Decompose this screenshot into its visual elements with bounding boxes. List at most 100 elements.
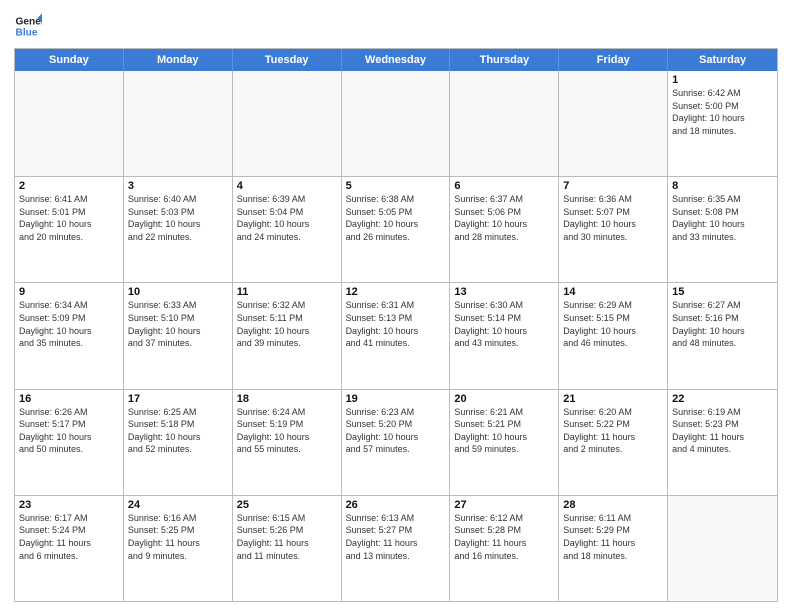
day-number: 3: [128, 180, 228, 192]
day-number: 17: [128, 393, 228, 405]
calendar-cell: 22Sunrise: 6:19 AM Sunset: 5:23 PM Dayli…: [668, 390, 777, 495]
calendar-cell: 11Sunrise: 6:32 AM Sunset: 5:11 PM Dayli…: [233, 283, 342, 388]
cell-info: Sunrise: 6:36 AM Sunset: 5:07 PM Dayligh…: [563, 193, 663, 243]
day-number: 11: [237, 286, 337, 298]
calendar-row: 23Sunrise: 6:17 AM Sunset: 5:24 PM Dayli…: [15, 495, 777, 601]
calendar-cell: [15, 71, 124, 176]
cell-info: Sunrise: 6:23 AM Sunset: 5:20 PM Dayligh…: [346, 406, 446, 456]
cell-info: Sunrise: 6:29 AM Sunset: 5:15 PM Dayligh…: [563, 299, 663, 349]
day-number: 13: [454, 286, 554, 298]
cell-info: Sunrise: 6:27 AM Sunset: 5:16 PM Dayligh…: [672, 299, 773, 349]
day-number: 5: [346, 180, 446, 192]
cell-info: Sunrise: 6:37 AM Sunset: 5:06 PM Dayligh…: [454, 193, 554, 243]
weekday-header: Friday: [559, 49, 668, 71]
cell-info: Sunrise: 6:32 AM Sunset: 5:11 PM Dayligh…: [237, 299, 337, 349]
calendar-cell: 17Sunrise: 6:25 AM Sunset: 5:18 PM Dayli…: [124, 390, 233, 495]
day-number: 4: [237, 180, 337, 192]
logo-icon: General Blue: [14, 12, 42, 40]
calendar-cell: [559, 71, 668, 176]
calendar-cell: 10Sunrise: 6:33 AM Sunset: 5:10 PM Dayli…: [124, 283, 233, 388]
calendar-cell: 19Sunrise: 6:23 AM Sunset: 5:20 PM Dayli…: [342, 390, 451, 495]
calendar-row: 2Sunrise: 6:41 AM Sunset: 5:01 PM Daylig…: [15, 176, 777, 282]
calendar-cell: 20Sunrise: 6:21 AM Sunset: 5:21 PM Dayli…: [450, 390, 559, 495]
day-number: 24: [128, 499, 228, 511]
day-number: 26: [346, 499, 446, 511]
cell-info: Sunrise: 6:16 AM Sunset: 5:25 PM Dayligh…: [128, 512, 228, 562]
cell-info: Sunrise: 6:42 AM Sunset: 5:00 PM Dayligh…: [672, 87, 773, 137]
day-number: 14: [563, 286, 663, 298]
day-number: 7: [563, 180, 663, 192]
cell-info: Sunrise: 6:15 AM Sunset: 5:26 PM Dayligh…: [237, 512, 337, 562]
cell-info: Sunrise: 6:26 AM Sunset: 5:17 PM Dayligh…: [19, 406, 119, 456]
calendar-cell: 3Sunrise: 6:40 AM Sunset: 5:03 PM Daylig…: [124, 177, 233, 282]
cell-info: Sunrise: 6:19 AM Sunset: 5:23 PM Dayligh…: [672, 406, 773, 456]
cell-info: Sunrise: 6:40 AM Sunset: 5:03 PM Dayligh…: [128, 193, 228, 243]
day-number: 18: [237, 393, 337, 405]
calendar-cell: 5Sunrise: 6:38 AM Sunset: 5:05 PM Daylig…: [342, 177, 451, 282]
calendar-row: 9Sunrise: 6:34 AM Sunset: 5:09 PM Daylig…: [15, 282, 777, 388]
cell-info: Sunrise: 6:33 AM Sunset: 5:10 PM Dayligh…: [128, 299, 228, 349]
calendar-cell: 16Sunrise: 6:26 AM Sunset: 5:17 PM Dayli…: [15, 390, 124, 495]
calendar-row: 16Sunrise: 6:26 AM Sunset: 5:17 PM Dayli…: [15, 389, 777, 495]
cell-info: Sunrise: 6:30 AM Sunset: 5:14 PM Dayligh…: [454, 299, 554, 349]
cell-info: Sunrise: 6:31 AM Sunset: 5:13 PM Dayligh…: [346, 299, 446, 349]
weekday-header: Saturday: [668, 49, 777, 71]
calendar: SundayMondayTuesdayWednesdayThursdayFrid…: [14, 48, 778, 602]
calendar-header: SundayMondayTuesdayWednesdayThursdayFrid…: [15, 49, 777, 71]
day-number: 2: [19, 180, 119, 192]
calendar-cell: 24Sunrise: 6:16 AM Sunset: 5:25 PM Dayli…: [124, 496, 233, 601]
weekday-header: Tuesday: [233, 49, 342, 71]
weekday-header: Sunday: [15, 49, 124, 71]
cell-info: Sunrise: 6:13 AM Sunset: 5:27 PM Dayligh…: [346, 512, 446, 562]
day-number: 19: [346, 393, 446, 405]
day-number: 23: [19, 499, 119, 511]
calendar-cell: 7Sunrise: 6:36 AM Sunset: 5:07 PM Daylig…: [559, 177, 668, 282]
weekday-header: Monday: [124, 49, 233, 71]
cell-info: Sunrise: 6:38 AM Sunset: 5:05 PM Dayligh…: [346, 193, 446, 243]
cell-info: Sunrise: 6:24 AM Sunset: 5:19 PM Dayligh…: [237, 406, 337, 456]
calendar-cell: 18Sunrise: 6:24 AM Sunset: 5:19 PM Dayli…: [233, 390, 342, 495]
day-number: 25: [237, 499, 337, 511]
calendar-cell: 25Sunrise: 6:15 AM Sunset: 5:26 PM Dayli…: [233, 496, 342, 601]
logo: General Blue: [14, 12, 42, 40]
calendar-body: 1Sunrise: 6:42 AM Sunset: 5:00 PM Daylig…: [15, 71, 777, 601]
day-number: 15: [672, 286, 773, 298]
page: General Blue SundayMondayTuesdayWednesda…: [0, 0, 792, 612]
day-number: 6: [454, 180, 554, 192]
cell-info: Sunrise: 6:34 AM Sunset: 5:09 PM Dayligh…: [19, 299, 119, 349]
day-number: 22: [672, 393, 773, 405]
svg-text:Blue: Blue: [16, 27, 38, 38]
calendar-cell: 27Sunrise: 6:12 AM Sunset: 5:28 PM Dayli…: [450, 496, 559, 601]
calendar-cell: 15Sunrise: 6:27 AM Sunset: 5:16 PM Dayli…: [668, 283, 777, 388]
calendar-cell: [342, 71, 451, 176]
day-number: 9: [19, 286, 119, 298]
day-number: 1: [672, 74, 773, 86]
cell-info: Sunrise: 6:39 AM Sunset: 5:04 PM Dayligh…: [237, 193, 337, 243]
cell-info: Sunrise: 6:20 AM Sunset: 5:22 PM Dayligh…: [563, 406, 663, 456]
day-number: 20: [454, 393, 554, 405]
day-number: 10: [128, 286, 228, 298]
calendar-cell: 2Sunrise: 6:41 AM Sunset: 5:01 PM Daylig…: [15, 177, 124, 282]
header: General Blue: [14, 12, 778, 40]
cell-info: Sunrise: 6:17 AM Sunset: 5:24 PM Dayligh…: [19, 512, 119, 562]
calendar-cell: 6Sunrise: 6:37 AM Sunset: 5:06 PM Daylig…: [450, 177, 559, 282]
calendar-cell: 14Sunrise: 6:29 AM Sunset: 5:15 PM Dayli…: [559, 283, 668, 388]
calendar-cell: 28Sunrise: 6:11 AM Sunset: 5:29 PM Dayli…: [559, 496, 668, 601]
cell-info: Sunrise: 6:12 AM Sunset: 5:28 PM Dayligh…: [454, 512, 554, 562]
day-number: 28: [563, 499, 663, 511]
weekday-header: Thursday: [450, 49, 559, 71]
day-number: 21: [563, 393, 663, 405]
calendar-cell: 8Sunrise: 6:35 AM Sunset: 5:08 PM Daylig…: [668, 177, 777, 282]
calendar-cell: [124, 71, 233, 176]
calendar-cell: 12Sunrise: 6:31 AM Sunset: 5:13 PM Dayli…: [342, 283, 451, 388]
day-number: 8: [672, 180, 773, 192]
calendar-cell: 9Sunrise: 6:34 AM Sunset: 5:09 PM Daylig…: [15, 283, 124, 388]
calendar-row: 1Sunrise: 6:42 AM Sunset: 5:00 PM Daylig…: [15, 71, 777, 176]
calendar-cell: 13Sunrise: 6:30 AM Sunset: 5:14 PM Dayli…: [450, 283, 559, 388]
calendar-cell: [668, 496, 777, 601]
cell-info: Sunrise: 6:35 AM Sunset: 5:08 PM Dayligh…: [672, 193, 773, 243]
day-number: 27: [454, 499, 554, 511]
calendar-cell: 1Sunrise: 6:42 AM Sunset: 5:00 PM Daylig…: [668, 71, 777, 176]
day-number: 12: [346, 286, 446, 298]
calendar-cell: [233, 71, 342, 176]
